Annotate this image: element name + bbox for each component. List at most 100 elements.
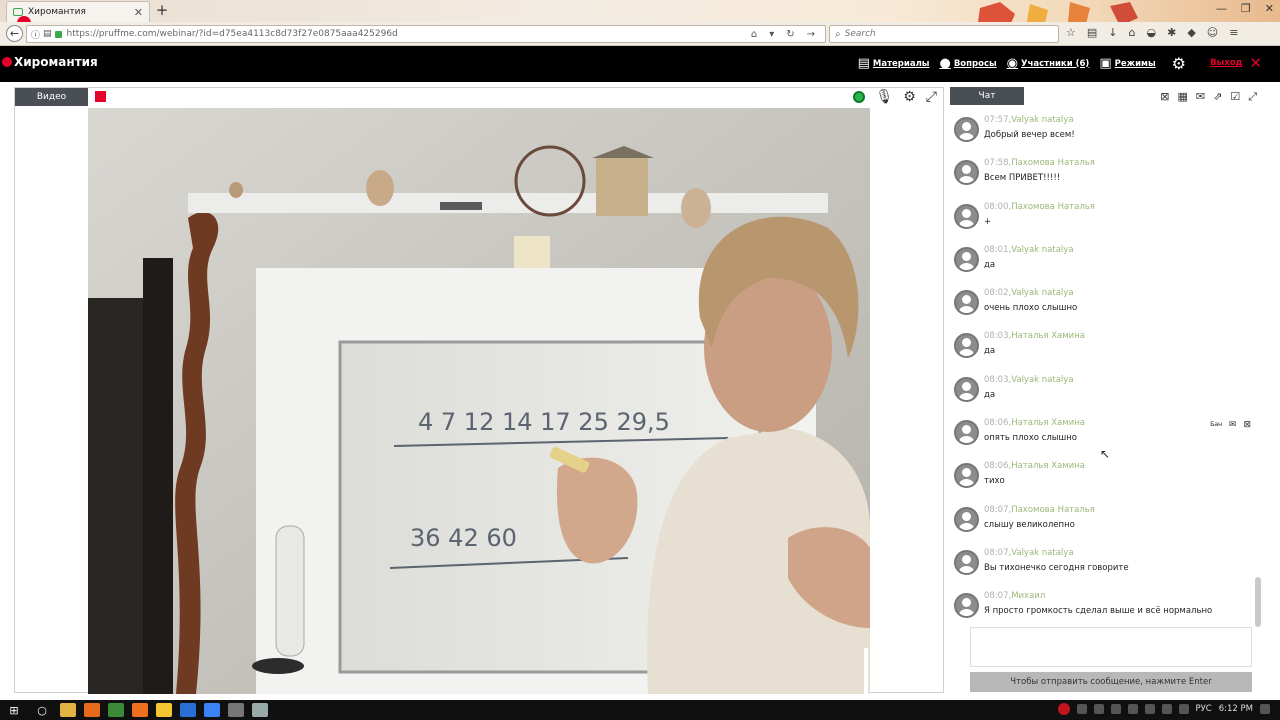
tray-app-icon[interactable] (1076, 704, 1087, 714)
browser-nav-bar: ← ⓘ ▤ https://pruffme.com/webinar/?id=d7… (0, 22, 1280, 46)
ban-user-button[interactable]: Бан (1210, 420, 1222, 430)
home-site-icon[interactable]: ⌂ (751, 29, 757, 40)
message-time: 08:02 (984, 288, 1009, 299)
extension-icon[interactable]: ✱ (1167, 26, 1176, 39)
menu-questions[interactable]: ● Вопросы (939, 56, 996, 71)
reload-icon[interactable]: ↻ (786, 29, 794, 40)
message-author[interactable]: Valyak natalya (1011, 115, 1073, 125)
message-text: + (984, 216, 992, 227)
address-bar[interactable]: ⓘ ▤ https://pruffme.com/webinar/?id=d75e… (26, 25, 826, 43)
back-arrow-icon[interactable]: ← (6, 25, 23, 42)
user-avatar-icon (954, 246, 979, 272)
download-icon[interactable]: ↓ (1108, 26, 1117, 39)
tab-chat[interactable]: Чат (950, 87, 1024, 105)
chat-scrollbar[interactable] (1255, 577, 1261, 627)
message-author[interactable]: Пахомова Наталья (1011, 202, 1095, 212)
webcam-scene: 4 7 12 14 17 25 29,5 36 42 60 (88, 108, 870, 694)
close-tab-icon[interactable]: ✕ (134, 6, 143, 19)
close-window-button[interactable]: ✕ (1265, 2, 1274, 15)
message-author[interactable]: Valyak natalya (1011, 245, 1073, 255)
clear-chat-icon[interactable]: ⊠ (1160, 90, 1169, 104)
utorrent-icon[interactable] (108, 703, 124, 717)
message-author[interactable]: Михаил (1011, 591, 1045, 601)
file-explorer-icon[interactable] (60, 703, 76, 717)
message-text: да (984, 389, 996, 400)
settings-gear-icon[interactable]: ⚙ (1172, 54, 1186, 73)
message-author[interactable]: Наталья Хамина (1011, 461, 1085, 471)
camera-status-icon[interactable] (853, 91, 866, 103)
outlook-icon[interactable] (180, 703, 196, 717)
chat-message-list[interactable]: 07:57,Valyak natalya Добрый вечер всем! … (950, 111, 1255, 629)
bluetooth-icon[interactable] (1144, 704, 1155, 714)
new-tab-button[interactable]: + (154, 1, 170, 19)
bookmark-star-icon[interactable]: ☆ (1066, 26, 1076, 39)
addon-icon[interactable]: ◆ (1187, 26, 1195, 39)
reading-list-icon[interactable]: ▤ (1087, 26, 1097, 39)
message-author[interactable]: Valyak natalya (1011, 548, 1073, 558)
moderate-check-icon[interactable]: ☑ (1230, 90, 1240, 104)
tray-app-icon[interactable] (1110, 704, 1121, 714)
logout-button[interactable]: Выход ✕ (1210, 56, 1262, 71)
browser-app-icon[interactable] (204, 703, 220, 717)
input-language[interactable]: РУС (1196, 704, 1212, 714)
restore-window-button[interactable]: ❐ (1241, 2, 1251, 15)
message-author[interactable]: Пахомова Наталья (1011, 158, 1095, 168)
message-author[interactable]: Valyak natalya (1011, 288, 1073, 298)
record-stop-icon[interactable] (95, 91, 106, 102)
chat-message: 08:07,Пахомова Наталья слышу великолепно (950, 501, 1255, 544)
dropdown-icon[interactable]: ▾ (769, 29, 774, 40)
minimize-window-button[interactable]: — (1216, 2, 1227, 15)
message-text: слышу великолепно (984, 519, 1075, 530)
chat-fullscreen-icon[interactable]: ⤢ (1248, 90, 1257, 104)
notifications-icon[interactable] (1260, 704, 1270, 714)
browser-tab-title: Хиромантия (28, 7, 86, 17)
board-numbers-row1: 4 7 12 14 17 25 29,5 (418, 408, 670, 436)
network-icon[interactable] (1161, 704, 1172, 714)
user-avatar-icon (954, 376, 979, 402)
mail-app-icon[interactable] (228, 703, 244, 717)
chat-message-input[interactable] (970, 627, 1252, 667)
menu-modes[interactable]: ▣ Режимы (1099, 56, 1155, 71)
volume-icon[interactable] (1127, 704, 1138, 714)
microphone-icon[interactable]: 🎙 (875, 89, 893, 105)
go-arrow-icon[interactable]: → (807, 29, 815, 40)
mail-icon[interactable]: ✉ (1196, 90, 1205, 104)
menu-materials[interactable]: ▤ Материалы (858, 56, 930, 71)
search-input[interactable] (844, 29, 1035, 39)
sticky-notes-icon[interactable] (156, 703, 172, 717)
sync-icon[interactable]: ☺ (1207, 26, 1218, 39)
cortana-search-icon[interactable]: ○ (28, 704, 56, 717)
fullscreen-icon[interactable]: ⤢ (926, 89, 937, 105)
message-author[interactable]: Valyak natalya (1011, 375, 1073, 385)
message-time: 08:06 (984, 418, 1009, 429)
message-author[interactable]: Наталья Хамина (1011, 331, 1085, 341)
keyboard-icon[interactable] (1178, 704, 1189, 714)
delete-message-icon[interactable]: ⊠ (1243, 420, 1251, 430)
tray-red-app-icon[interactable] (1057, 703, 1070, 715)
firefox-icon[interactable] (84, 703, 100, 717)
message-time: 07:57 (984, 115, 1009, 125)
page-icon: ▤ (43, 29, 52, 39)
recorder-app-icon[interactable] (252, 703, 268, 717)
export-excel-icon[interactable]: ▦ (1177, 90, 1187, 104)
webcam-video[interactable]: 4 7 12 14 17 25 29,5 36 42 60 (88, 108, 870, 694)
tab-video[interactable]: Видео (15, 88, 88, 106)
message-author[interactable]: Пахомова Наталья (1011, 505, 1095, 515)
user-avatar-icon (954, 506, 979, 532)
popout-icon[interactable]: ⇗ (1213, 90, 1222, 104)
info-icon[interactable]: ⓘ (31, 28, 40, 41)
message-author[interactable]: Наталья Хамина (1011, 418, 1085, 428)
send-hint-bar[interactable]: Чтобы отправить сообщение, нажмите Enter (970, 672, 1252, 692)
search-box[interactable]: ⌕ (829, 25, 1059, 43)
menu-hamburger-icon[interactable]: ≡ (1229, 26, 1238, 39)
menu-participants[interactable]: ◉ Участники (6) (1007, 56, 1090, 71)
tray-app-icon[interactable] (1093, 704, 1104, 714)
windows-start-icon[interactable]: ⊞ (0, 704, 28, 717)
reply-mail-icon[interactable]: ✉ (1229, 420, 1237, 430)
pocket-icon[interactable]: ◒ (1146, 26, 1156, 39)
url-text[interactable]: https://pruffme.com/webinar/?id=d75ea411… (67, 29, 751, 39)
system-clock[interactable]: 6:12 PM (1219, 704, 1253, 714)
video-settings-gear-icon[interactable]: ⚙ (903, 89, 916, 105)
home-icon[interactable]: ⌂ (1129, 26, 1136, 39)
orange-app-icon[interactable] (132, 703, 148, 717)
